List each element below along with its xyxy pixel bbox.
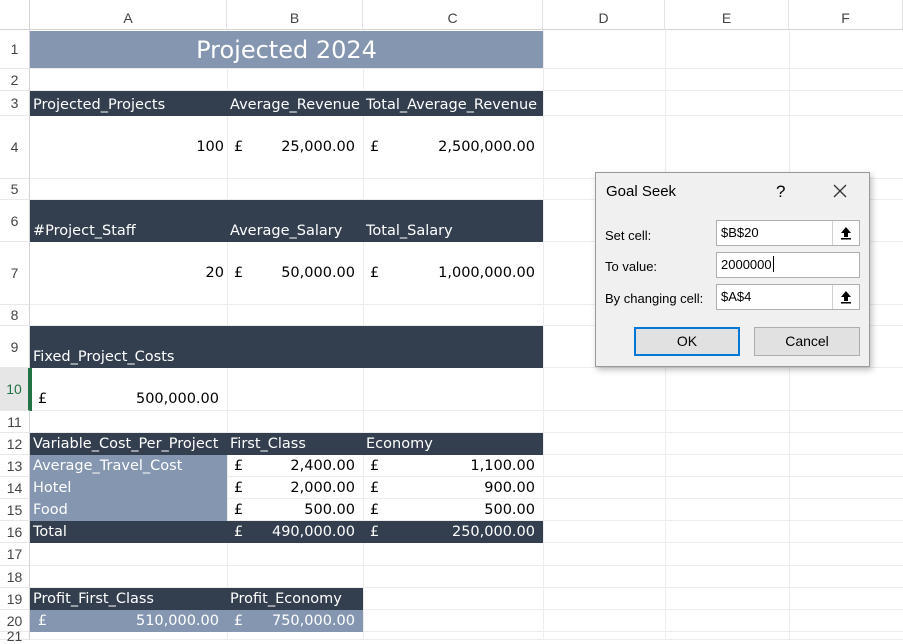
column-header-a[interactable]: A [30, 0, 227, 30]
dialog-title: Goal Seek [606, 183, 677, 200]
text-caret [772, 256, 774, 272]
fixed-header: Fixed_Project_Costs [33, 349, 175, 365]
cell-profit-first[interactable]: 510,000.00 [30, 613, 219, 629]
collapse-dialog-button[interactable] [832, 285, 859, 309]
staff-header-total: Total_Salary [366, 223, 453, 239]
row-header-5[interactable]: 5 [0, 179, 30, 200]
range-select-icon [841, 227, 851, 240]
to-value-text: 2000000 [721, 257, 772, 272]
cell-average-revenue[interactable]: 25,000.00 [230, 139, 355, 155]
column-header-f[interactable]: F [789, 0, 903, 30]
revenue-header-average: Average_Revenue [230, 97, 360, 113]
cell-hotel-economy[interactable]: 900.00 [366, 480, 535, 496]
row-header-16[interactable]: 16 [0, 521, 30, 543]
cell-total-first[interactable]: 490,000.00 [230, 524, 355, 540]
staff-header-count: #Project_Staff [33, 223, 136, 239]
cell-profit-economy[interactable]: 750,000.00 [230, 613, 355, 629]
gridline [30, 410, 903, 411]
row-header-9[interactable]: 9 [0, 326, 30, 368]
row-header-6[interactable]: 6 [0, 200, 30, 242]
set-cell-input[interactable]: $B$20 [716, 220, 860, 246]
column-header-b[interactable]: B [227, 0, 363, 30]
cell-total-salary[interactable]: 1,000,000.00 [366, 265, 535, 281]
row-header-1[interactable]: 1 [0, 30, 30, 69]
collapse-dialog-button[interactable] [832, 221, 859, 245]
row-header-21[interactable]: 21 [0, 628, 30, 644]
changing-cell-input[interactable]: $A$4 [716, 284, 860, 310]
cell-average-salary[interactable]: 50,000.00 [230, 265, 355, 281]
cell-total-economy[interactable]: 250,000.00 [366, 524, 535, 540]
row-header-10[interactable]: 10 [0, 368, 30, 411]
cancel-button[interactable]: Cancel [754, 327, 860, 356]
revenue-header-projects: Projected_Projects [33, 97, 166, 113]
row-header-13[interactable]: 13 [0, 455, 30, 477]
gridline [30, 68, 903, 69]
goal-seek-dialog[interactable]: Goal Seek ? Set cell: $B$20 To value: 20… [595, 172, 870, 367]
cell-staff-count[interactable]: 20 [30, 265, 224, 281]
variable-row-label: Food [33, 502, 68, 518]
cell-hotel-first[interactable]: 2,000.00 [230, 480, 355, 496]
gridline [30, 565, 903, 566]
changing-cell-label: By changing cell: [605, 291, 704, 306]
staff-header-average: Average_Salary [230, 223, 343, 239]
close-icon[interactable] [831, 182, 849, 200]
to-value-label: To value: [605, 259, 658, 274]
row-header-3[interactable]: 3 [0, 91, 30, 116]
row-header-14[interactable]: 14 [0, 477, 30, 499]
to-value-input[interactable]: 2000000 [716, 252, 860, 278]
profit-header-first: Profit_First_Class [33, 591, 154, 607]
column-header-d[interactable]: D [543, 0, 665, 30]
row-header-18[interactable]: 18 [0, 566, 30, 588]
cell-projects[interactable]: 100 [30, 139, 224, 155]
variable-header-label: Variable_Cost_Per_Project [33, 436, 219, 452]
cell-food-first[interactable]: 500.00 [230, 502, 355, 518]
row-header-11[interactable]: 11 [0, 411, 30, 433]
set-cell-label: Set cell: [605, 228, 652, 243]
row-header-12[interactable]: 12 [0, 433, 30, 455]
row-header-2[interactable]: 2 [0, 69, 30, 91]
column-header-c[interactable]: C [363, 0, 543, 30]
cell-travel-economy[interactable]: 1,100.00 [366, 458, 535, 474]
row-header-8[interactable]: 8 [0, 305, 30, 326]
cell-food-economy[interactable]: 500.00 [366, 502, 535, 518]
revenue-header-total: Total_Average_Revenue [366, 97, 538, 113]
profit-header-economy: Profit_Economy [230, 591, 342, 607]
cell-total-revenue[interactable]: 2,500,000.00 [366, 139, 535, 155]
row-header-4[interactable]: 4 [0, 116, 30, 179]
column-header-e[interactable]: E [665, 0, 789, 30]
total-label: Total [33, 524, 67, 540]
variable-row-label: Average_Travel_Cost [33, 458, 183, 474]
cell-travel-first[interactable]: 2,400.00 [230, 458, 355, 474]
changing-cell-value: $A$4 [721, 289, 752, 304]
row-header-7[interactable]: 7 [0, 242, 30, 305]
variable-header-economy: Economy [366, 436, 433, 452]
variable-header-first: First_Class [230, 436, 306, 452]
sheet-title: Projected 2024 [30, 31, 543, 68]
row-header-17[interactable]: 17 [0, 543, 30, 566]
cell-fixed-costs[interactable]: 500,000.00 [30, 391, 219, 407]
range-select-icon [841, 291, 851, 304]
help-button[interactable]: ? [776, 182, 785, 202]
select-all-corner[interactable] [0, 0, 30, 30]
ok-button[interactable]: OK [634, 327, 740, 356]
set-cell-value: $B$20 [721, 225, 759, 240]
gridline [543, 30, 544, 640]
row-header-19[interactable]: 19 [0, 588, 30, 610]
variable-row-label: Hotel [33, 480, 72, 496]
row-header-15[interactable]: 15 [0, 499, 30, 521]
